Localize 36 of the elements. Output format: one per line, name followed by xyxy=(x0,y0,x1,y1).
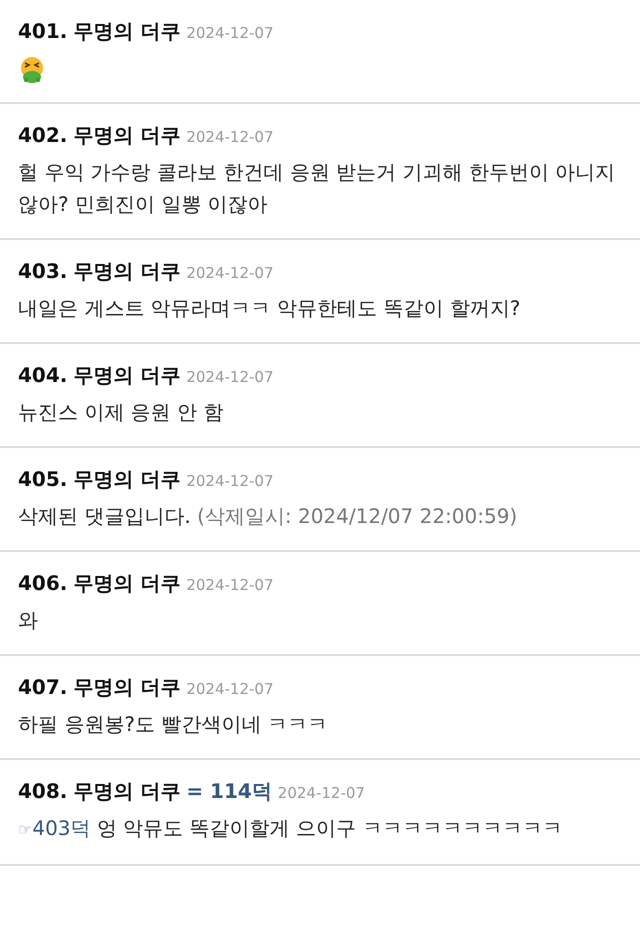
author-name: 무명의 더쿠 xyxy=(73,778,180,805)
comment-number: 405. xyxy=(18,466,68,493)
author-name: 무명의 더쿠 xyxy=(73,18,180,45)
comment-date: 2024-12-07 xyxy=(278,783,365,804)
reply-link[interactable]: 403덕 xyxy=(32,816,91,840)
comment-date: 2024-12-07 xyxy=(186,367,274,388)
author-name: 무명의 더쿠 xyxy=(73,122,180,149)
author-name: 무명의 더쿠 xyxy=(73,674,180,701)
comment-date: 2024-12-07 xyxy=(186,679,274,700)
pointer-icon: ☞ xyxy=(18,820,32,839)
comment-text: 뉴진스 이제 응원 안 함 xyxy=(18,399,224,426)
comment-text: 헐 우익 가수랑 콜라보 한건데 응원 받는거 기괴해 한두번이 아니지 않아? 민희진이 일뽕 이잖아 xyxy=(18,159,616,218)
deleted-message: 삭제된 댓글입니다. xyxy=(18,504,191,528)
comment-date: 2024-12-07 xyxy=(186,127,274,148)
comment-number: 403. xyxy=(18,258,68,285)
comment-number: 406. xyxy=(18,570,68,597)
author-name: 무명의 더쿠 xyxy=(73,258,180,285)
author-name: 무명의 더쿠 xyxy=(73,466,180,493)
comment-date: 2024-12-07 xyxy=(186,263,274,284)
comment-date: 2024-12-07 xyxy=(186,471,274,492)
comment-text: 하필 응원봉?도 빨간색이네 ㅋㅋㅋ xyxy=(18,711,329,738)
comment-date: 2024-12-07 xyxy=(186,23,274,44)
author-name: 무명의 더쿠 xyxy=(73,362,180,389)
comment-number: 404. xyxy=(18,362,68,389)
comment-number: 401. xyxy=(18,18,68,45)
comment-number: 402. xyxy=(18,122,68,149)
comment-number: 408. xyxy=(18,778,68,805)
deletion-time: (삭제일시: 2024/12/07 22:00:59) xyxy=(197,504,518,528)
comment-number: 407. xyxy=(18,674,68,701)
comment-date: 2024-12-07 xyxy=(186,575,274,596)
same-author-tag: = 114덕 xyxy=(186,776,272,806)
comment-text: 엉 악뮤도 똑같이할게 으이구 ㅋㅋㅋㅋㅋㅋㅋㅋㅋㅋ xyxy=(96,816,562,840)
comment-text: 내일은 게스트 악뮤라며ㅋㅋ 악뮤한테도 똑같이 할꺼지? xyxy=(18,295,522,322)
nauseated-face-icon xyxy=(18,56,46,84)
author-name: 무명의 더쿠 xyxy=(73,570,180,597)
comment-text: 와 xyxy=(18,607,39,634)
